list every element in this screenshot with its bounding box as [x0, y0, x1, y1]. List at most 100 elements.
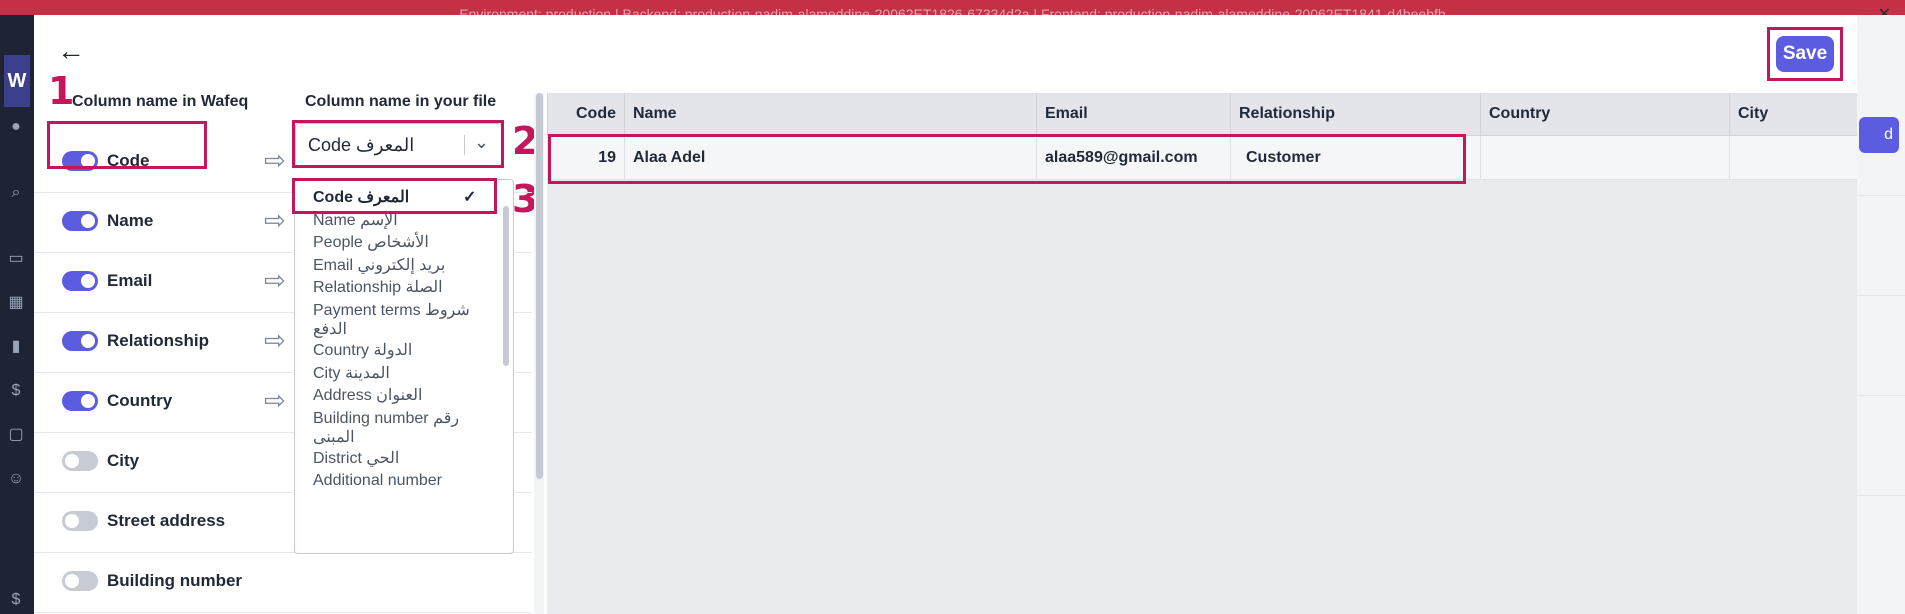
dropdown-option-label: Address العنوان [313, 387, 423, 405]
column-toggle[interactable] [62, 151, 98, 171]
dropdown-option[interactable]: Additional number [295, 471, 495, 490]
divider [1857, 195, 1905, 196]
map-arrow-icon: ⇨ [264, 325, 286, 355]
column-toggle[interactable] [62, 391, 98, 411]
currency-icon[interactable]: $ [6, 590, 26, 610]
grid-header-row: Code Name Email Relationship Country City [547, 93, 1857, 136]
save-button[interactable]: Save [1776, 36, 1834, 72]
mapping-row-label: Building number [107, 571, 243, 590]
dropdown-option[interactable]: People الأشخاص [295, 233, 495, 252]
bag-icon[interactable]: ▢ [6, 425, 26, 445]
back-arrow-icon[interactable]: ← [56, 37, 86, 67]
column-toggle[interactable] [62, 451, 98, 471]
dropdown-option[interactable]: Relationship الصلة [295, 278, 495, 297]
toggle-knob [65, 514, 79, 528]
mapping-row: Building number [34, 552, 532, 613]
map-arrow-icon: ⇨ [264, 205, 286, 235]
dropdown-option-label: Additional number [313, 472, 442, 490]
mapping-row-label: Code [107, 151, 150, 170]
grid-column-header[interactable]: Email [1036, 93, 1230, 135]
toggle-knob [81, 334, 95, 348]
select-separator [464, 135, 465, 155]
grid-column-header[interactable]: Country [1480, 93, 1729, 135]
dropdown-option[interactable]: Address العنوان [295, 386, 495, 405]
dollar-icon[interactable]: $ [6, 381, 26, 401]
inbox-icon[interactable]: ▭ [6, 249, 26, 269]
toggle-knob [65, 574, 79, 588]
column-toggle[interactable] [62, 511, 98, 531]
file-column-header: Column name in your file [305, 93, 497, 110]
dropdown-option-label: Relationship الصلة [313, 279, 443, 297]
grid-column-header[interactable]: Code [547, 93, 624, 135]
mapping-row-label: Relationship [107, 331, 210, 350]
contacts-icon[interactable]: ☺ [6, 469, 26, 489]
dropdown-option-label-continued: المبنى [313, 428, 355, 446]
chart-icon[interactable]: ▮ [6, 337, 26, 357]
dropdown-option-label: People الأشخاص [313, 234, 429, 252]
dropdown-option[interactable]: Country الدولة [295, 341, 495, 360]
column-toggle[interactable] [62, 331, 98, 351]
search-icon[interactable]: ⌕ [6, 183, 26, 203]
table-row[interactable]: 19 Alaa Adel alaa589@gmail.com Customer [547, 136, 1857, 180]
grid-column-header[interactable]: Name [624, 93, 1036, 135]
dropdown-scrollbar[interactable] [503, 206, 509, 366]
mapping-row-label: Country [107, 391, 173, 410]
chevron-down-icon[interactable]: ⌄ [474, 132, 489, 153]
dropdown-option[interactable]: Name الإسم [295, 211, 495, 230]
mapping-row-label: Name [107, 211, 154, 230]
dropdown-option[interactable]: Code المعرف ✓ [295, 188, 495, 207]
grid-cell: Alaa Adel [624, 136, 1036, 179]
dashboard-icon[interactable]: ▦ [6, 293, 26, 313]
dropdown-option[interactable]: Payment terms شروط الدفع [295, 301, 495, 339]
divider [1857, 495, 1905, 496]
dropdown-option-label: Building number رقم [313, 409, 460, 427]
dropdown-option-label: Country الدولة [313, 342, 413, 359]
close-icon[interactable]: ✕ [1878, 0, 1891, 15]
background-button: d [1859, 117, 1899, 153]
divider [1857, 295, 1905, 296]
toggle-knob [81, 394, 95, 408]
data-preview-grid: Code Name Email Relationship Country City 19 A… [547, 93, 1857, 614]
app-background-panel: d [1857, 15, 1905, 614]
column-select[interactable]: Code المعرف ⌄ [295, 123, 502, 167]
grid-cell: Customer [1230, 136, 1480, 179]
grid-column-header[interactable]: Relationship [1230, 93, 1480, 135]
annotation-number-1: 1 [48, 69, 75, 113]
dropdown-option-label: Payment terms شروط [313, 302, 470, 319]
column-toggle[interactable] [62, 271, 98, 291]
wafeq-column-header: Column name in Wafeq [72, 93, 249, 110]
mapping-scrollbar[interactable] [536, 93, 543, 479]
toggle-knob [65, 454, 79, 468]
column-toggle[interactable] [62, 571, 98, 591]
dropdown-option-label: City المدينة [313, 364, 390, 382]
column-select-value: Code المعرف [308, 135, 415, 155]
save-highlight-box: Save [1767, 27, 1843, 81]
dropdown-option[interactable]: Building number رقم المبنى [295, 409, 495, 447]
mapping-row-label: Email [107, 271, 153, 290]
grid-column-header[interactable]: City [1729, 93, 1857, 135]
map-arrow-icon: ⇨ [264, 265, 286, 295]
dropdown-option[interactable]: District الحي [295, 449, 495, 468]
app-sidebar: W ● ⌕ ▭ ▦ ▮ $ ▢ ☺ $ [0, 15, 34, 614]
dropdown-option[interactable]: City المدينة [295, 364, 495, 383]
grid-cell: 19 [547, 136, 624, 179]
avatar-icon[interactable]: ● [6, 117, 26, 137]
divider [1857, 395, 1905, 396]
app-logo: W [4, 55, 30, 107]
mapping-row-label: City [107, 451, 140, 470]
toggle-knob [81, 154, 95, 168]
grid-cell: alaa589@gmail.com [1036, 136, 1230, 179]
grid-cell [1729, 136, 1857, 179]
column-toggle[interactable] [62, 211, 98, 231]
toggle-knob [81, 214, 95, 228]
dropdown-option[interactable]: Email بريد إلكتروني [295, 256, 495, 275]
map-arrow-icon: ⇨ [264, 385, 286, 415]
checkmark-icon: ✓ [463, 189, 477, 206]
map-arrow-icon: ⇨ [264, 145, 286, 175]
dropdown-option-label: Name الإسم [313, 211, 398, 229]
toggle-knob [81, 274, 95, 288]
grid-cell [1480, 136, 1729, 179]
column-dropdown-menu: Code المعرف ✓ Name الإسم People الأشخاص Emai… [294, 179, 514, 554]
environment-banner-text: Environment: production | Backend: produ… [459, 6, 1446, 15]
column-mapping-modal: ← Save 1 2 3 4 Column name in Wafeq Colu… [34, 15, 1857, 614]
